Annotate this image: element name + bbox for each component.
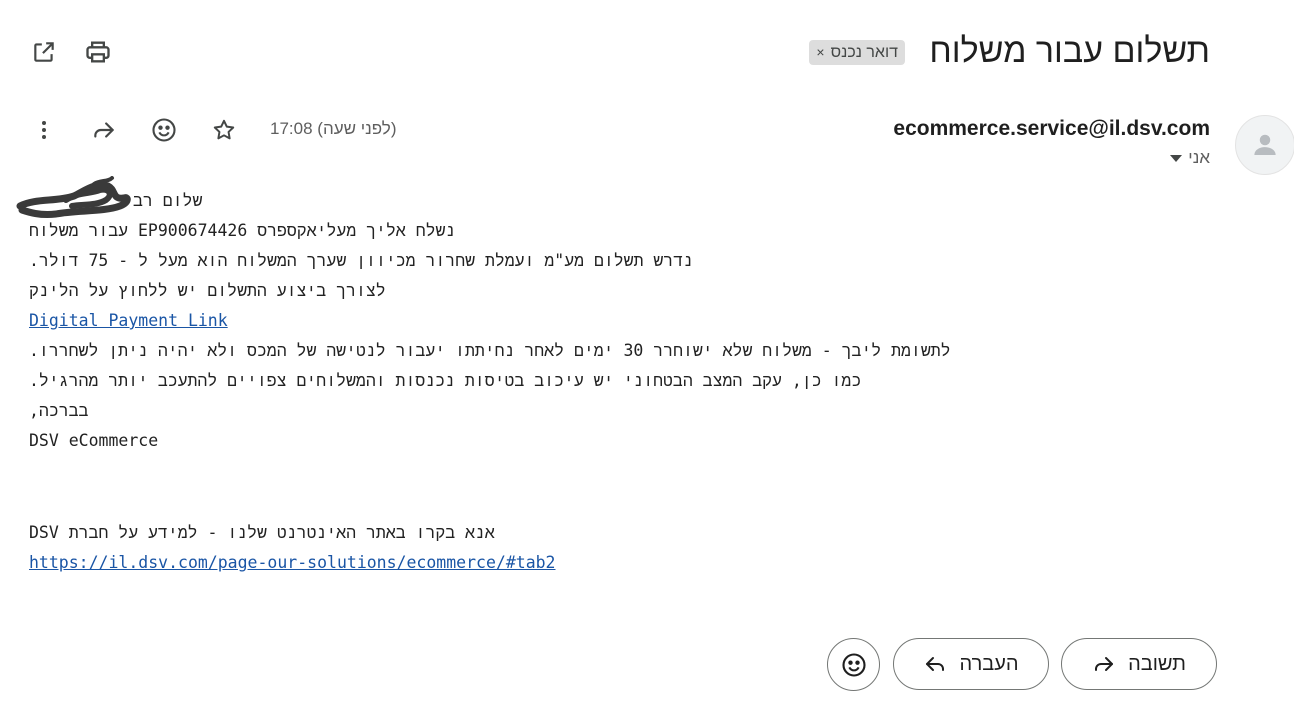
message-body: שלום רב נשלח אליך מעליאקספרס EP900674426… — [29, 186, 1149, 578]
remove-label-icon[interactable]: × — [816, 40, 824, 65]
email-subject: תשלום עבור משלוח — [929, 32, 1210, 70]
emoji-reaction-icon[interactable] — [144, 110, 184, 150]
more-options-icon[interactable] — [24, 110, 64, 150]
emoji-reaction-button[interactable] — [827, 638, 880, 691]
body-line-delay-notice: כמו כן, עקב המצב הבטחוני יש עיכוב בטיסות… — [29, 371, 862, 390]
closing-line: בברכה, — [29, 401, 89, 420]
open-in-new-window-icon[interactable] — [24, 32, 64, 72]
recipient-details-toggle[interactable]: אני — [1170, 148, 1210, 168]
payment-link[interactable]: Digital Payment Link — [29, 311, 228, 330]
forward-arrow-icon — [926, 657, 945, 671]
sender-avatar[interactable] — [1235, 115, 1294, 175]
star-icon[interactable] — [204, 110, 244, 150]
forward-icon[interactable] — [84, 110, 124, 150]
label-chip-text: דואר נכנס — [830, 44, 898, 61]
email-view: תשלום עבור משלוח דואר נכנס × ecommerce.s… — [0, 0, 1294, 706]
reply-button-label: תשובה — [1128, 652, 1186, 675]
reply-icon — [1095, 657, 1114, 671]
signature-line: DSV eCommerce — [29, 431, 159, 450]
body-line-vat: נדרש תשלום מע"מ ועמלת שחרור מכיוון שערך … — [29, 251, 694, 270]
body-line-customs-warning: לתשומת ליבך - משלוח שלא ישוחרר 30 ימים ל… — [29, 341, 951, 360]
smiley-icon — [841, 652, 866, 677]
greeting-line: שלום רב — [133, 191, 203, 210]
inbox-label-chip[interactable]: דואר נכנס × — [809, 40, 905, 65]
body-line-shipment: נשלח אליך מעליאקספרס EP900674426 עבור מש… — [29, 221, 456, 240]
recipient-label: אני — [1188, 148, 1210, 167]
website-info-line: אנא בקרו באתר האינטרנט שלנו - למידע על ח… — [29, 523, 495, 542]
reply-button[interactable]: תשובה — [1061, 638, 1217, 690]
forward-button[interactable]: העברה — [893, 638, 1049, 690]
sender-email[interactable]: ecommerce.service@il.dsv.com — [893, 117, 1210, 141]
person-icon — [1254, 134, 1276, 155]
message-timestamp: 17:08 (לפני שעה) — [270, 119, 397, 138]
body-line-instructions: לצורך ביצוע התשלום יש ללחוץ על הלינק — [29, 281, 386, 300]
website-link[interactable]: https://il.dsv.com/page-our-solutions/ec… — [29, 553, 556, 572]
forward-button-label: העברה — [959, 652, 1019, 675]
print-icon[interactable] — [78, 32, 118, 72]
caret-down-icon — [1170, 154, 1183, 162]
